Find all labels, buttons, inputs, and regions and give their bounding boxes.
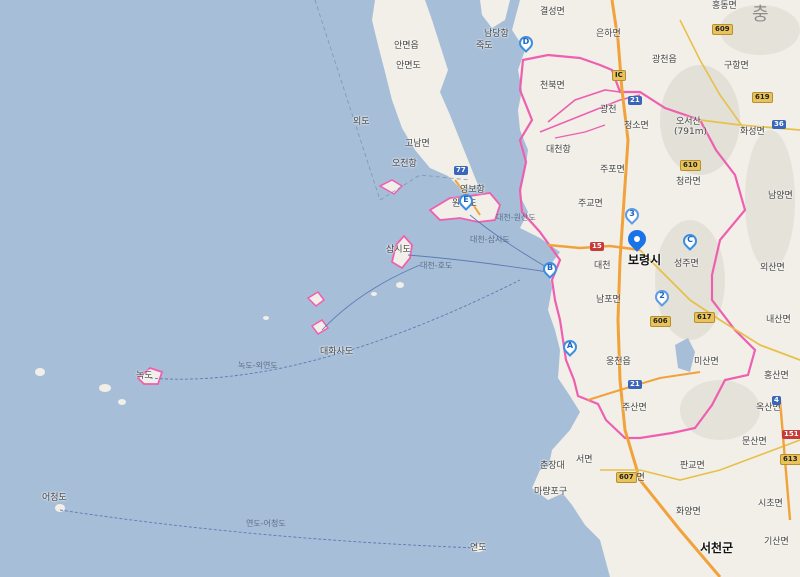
place-label: 내산면 [766, 315, 791, 325]
map-base [35, 0, 800, 577]
place-label: 화성면 [740, 127, 765, 137]
place-label: 외산면 [760, 263, 785, 273]
road-shield: 613 [780, 454, 800, 465]
island-label: 어청도 [42, 493, 67, 503]
road-shield: 36 [772, 120, 786, 129]
port-label: 남당항 [484, 29, 509, 39]
place-label: 성주면 [674, 259, 699, 269]
road-shield: 609 [712, 24, 733, 35]
road-shield: 610 [680, 160, 701, 171]
place-label: 주포면 [600, 165, 625, 175]
place-label: 기산면 [764, 537, 789, 547]
island-label: 연도 [470, 543, 487, 553]
ferry-route-label: 녹도-외연도 [238, 361, 278, 370]
place-label: 구항면 [724, 61, 749, 71]
road-shield: 21 [628, 380, 642, 389]
ferry-route-label: 대천-삽시도 [470, 235, 510, 244]
port-label: 마량포구 [534, 487, 568, 497]
road-shield: 15 [590, 242, 604, 251]
island-label: 녹도 [136, 371, 153, 381]
road-shield: 4 [772, 396, 781, 405]
place-label: 문산면 [742, 437, 767, 447]
island-label: 안면도 [396, 61, 421, 71]
road-shield: 151 [782, 430, 800, 439]
road-shield: 606 [650, 316, 671, 327]
place-label: 남양면 [768, 191, 793, 201]
place-label: 대천 [594, 261, 611, 271]
place-label: 은하면 [596, 29, 621, 39]
port-label: 대천항 [546, 145, 571, 155]
place-label: 천북면 [540, 81, 565, 91]
place-label: 고남면 [405, 139, 430, 149]
island-label: 삽시도 [386, 245, 411, 255]
mountain-height: (791m) [674, 127, 707, 137]
road-shield: 607 [616, 472, 637, 483]
place-label: 서면 [576, 455, 593, 465]
place-label: 결성면 [540, 7, 565, 17]
ferry-route-label: 연도-어청도 [246, 519, 286, 528]
place-label: 화양면 [676, 507, 701, 517]
road-shield: 77 [454, 166, 468, 175]
place-label: 청라면 [676, 177, 701, 187]
road-shield: 617 [694, 312, 715, 323]
place-label: 홍산면 [764, 371, 789, 381]
road-shield: 21 [628, 96, 642, 105]
place-label: 옥산면 [756, 403, 781, 413]
ferry-route-label: 대천-원산도 [496, 213, 536, 222]
region-label: 충 [752, 4, 771, 25]
port-label: 오천항 [392, 159, 417, 169]
place-label: 광천읍 [652, 55, 677, 65]
island-label: 외도 [353, 117, 370, 127]
place-label: 안면읍 [394, 41, 419, 51]
place-label: 시초면 [758, 499, 783, 509]
place-label: 주교면 [578, 199, 603, 209]
island-label: 대화사도 [320, 347, 354, 357]
place-label: 춘장대 [540, 461, 565, 471]
place-label: 주산면 [622, 403, 647, 413]
island-label: 죽도 [476, 41, 493, 51]
ic-label: IC [612, 70, 626, 81]
map-canvas[interactable]: 충 결성면 홍동면 은하면 광천읍 구항면 남당항 죽도 안면읍 안면도 외도 … [0, 0, 800, 577]
mountain-label: 오서산 [676, 117, 701, 127]
road-shield: 619 [752, 92, 773, 103]
place-label: 광천 [600, 105, 617, 115]
place-label: 판교면 [680, 461, 705, 471]
place-label: 남포면 [596, 295, 621, 305]
place-label: 웅천읍 [606, 357, 631, 367]
county-label: 서천군 [700, 541, 734, 555]
place-label: 청소면 [624, 121, 649, 131]
place-label: 미산면 [694, 357, 719, 367]
ferry-route-label: 대천-호도 [420, 261, 453, 270]
place-label: 홍동면 [712, 1, 737, 11]
boryeong-location-pin[interactable] [624, 226, 650, 256]
